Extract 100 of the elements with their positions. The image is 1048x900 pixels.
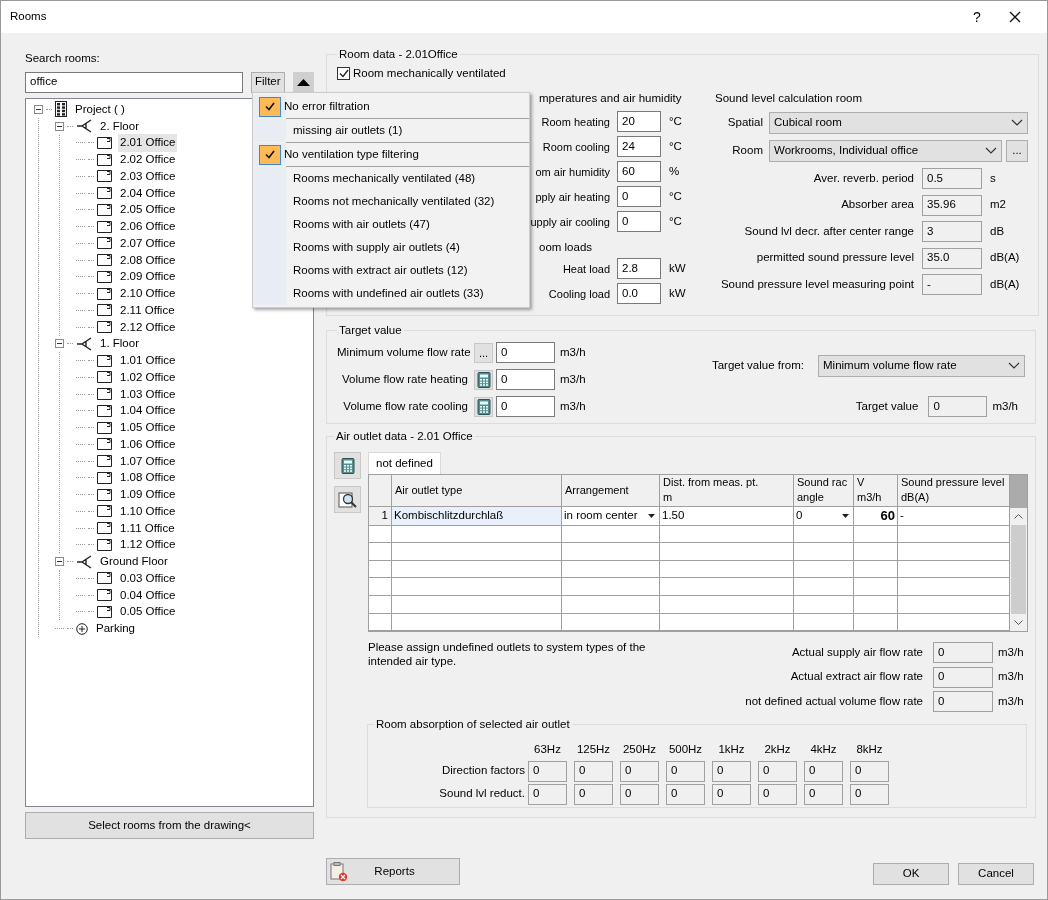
menu-item[interactable]: Rooms with supply air outlets (4) [253, 236, 529, 259]
calculator-button[interactable] [334, 452, 361, 480]
input-field[interactable]: 0 [758, 760, 797, 782]
tree-item[interactable]: 1.06 Office [118, 435, 178, 453]
tree-item[interactable]: 1.11 Office [118, 519, 177, 537]
tree-item[interactable]: 2.06 Office [118, 218, 178, 236]
tree-item[interactable]: 1.08 Office [118, 469, 178, 487]
tree-item[interactable]: 2.07 Office [118, 234, 178, 252]
input-field[interactable]: 0 [528, 760, 567, 782]
input-field[interactable]: 0 [496, 369, 555, 391]
tree-item[interactable]: 2.10 Office [118, 285, 178, 303]
tree-item[interactable]: 1.04 Office [118, 402, 178, 420]
tree-item[interactable]: 2.04 Office [118, 184, 178, 202]
input-field[interactable]: 0 [758, 783, 797, 805]
input-field[interactable]: 0 [850, 760, 889, 782]
more-button[interactable]: ... [474, 342, 493, 363]
tree-item[interactable]: 2.02 Office [118, 151, 178, 169]
input-field[interactable]: 0 [712, 760, 751, 782]
input-field[interactable]: 0.0 [617, 283, 661, 305]
tree-item[interactable]: Parking [94, 620, 137, 638]
tree-item[interactable]: 1.01 Office [118, 352, 178, 370]
collapse-icon[interactable] [55, 557, 64, 567]
tree-item[interactable]: 2.08 Office [118, 251, 178, 269]
tree-item[interactable]: 2.11 Office [118, 301, 177, 319]
input-field[interactable]: 0 [712, 783, 751, 805]
collapse-icon[interactable] [34, 104, 43, 114]
tree-item[interactable]: 2.05 Office [118, 201, 178, 219]
input-field[interactable]: 2.8 [617, 258, 661, 280]
collapse-icon[interactable] [55, 339, 64, 349]
menu-item[interactable]: missing air outlets (1) [253, 119, 529, 142]
dropdown[interactable]: Workrooms, Individual office [769, 139, 1002, 162]
tree-item[interactable]: 1.03 Office [118, 385, 178, 403]
tab[interactable]: not defined [368, 452, 441, 475]
input-field[interactable]: 0 [804, 760, 843, 782]
menu-item[interactable]: No ventilation type filtering [253, 143, 529, 166]
input-field[interactable]: 0 [617, 211, 661, 233]
menu-item[interactable]: Rooms with extract air outlets (12) [253, 259, 529, 282]
ok-button[interactable]: OK [873, 863, 949, 885]
tree-item[interactable]: 1.05 Office [118, 419, 178, 437]
menu-item[interactable]: Rooms with undefined air outlets (33) [253, 282, 529, 305]
cancel-button[interactable]: Cancel [958, 863, 1034, 885]
tree-item[interactable]: 2.03 Office [118, 167, 178, 185]
collapse-icon[interactable] [55, 121, 64, 131]
input-field[interactable]: - [922, 274, 982, 295]
input-field[interactable]: 0 [574, 760, 613, 782]
input-field[interactable]: 0 [496, 342, 555, 364]
input-field[interactable]: 0 [804, 783, 843, 805]
input-field[interactable]: 0 [620, 783, 659, 805]
input-field[interactable]: 3 [922, 221, 982, 242]
input-field[interactable]: 35.96 [922, 194, 982, 216]
select-rooms-button[interactable]: Select rooms from the drawing< [25, 812, 314, 839]
input-field[interactable]: 35.0 [922, 247, 982, 269]
menu-item[interactable]: No error filtration [253, 95, 529, 118]
input-field[interactable]: 0 [496, 396, 555, 418]
tree-item[interactable]: 2. Floor [98, 117, 141, 135]
tree-item[interactable]: 1.02 Office [118, 368, 178, 386]
tree-item[interactable]: 1.07 Office [118, 452, 178, 470]
input-field[interactable]: 0 [666, 760, 705, 782]
tree-item[interactable]: 1.12 Office [118, 536, 178, 554]
input-field[interactable]: 0.5 [922, 168, 982, 189]
reports-button[interactable]: Reports [326, 858, 460, 885]
tree-item[interactable]: 2.09 Office [118, 268, 178, 286]
input-field[interactable]: 0 [620, 760, 659, 782]
input-field[interactable]: 0 [574, 783, 613, 805]
input-field[interactable]: 0 [933, 691, 993, 712]
search-field[interactable]: office [25, 71, 243, 93]
checkbox[interactable] [337, 66, 350, 80]
tree-item[interactable]: 0.05 Office [118, 603, 178, 621]
tree-item[interactable]: 1. Floor [98, 335, 141, 353]
input-field[interactable]: 20 [617, 111, 661, 133]
tree-item[interactable]: 2.01 Office [118, 134, 178, 152]
menu-item[interactable]: Rooms with air outlets (47) [253, 213, 529, 236]
menu-item[interactable]: Rooms not mechanically ventilated (32) [253, 190, 529, 213]
tree-item[interactable]: 0.03 Office [118, 569, 178, 587]
calculator-button[interactable] [474, 396, 493, 417]
input-field[interactable]: 0 [933, 642, 993, 663]
tree-item[interactable]: 2.12 Office [118, 318, 178, 336]
tree-item[interactable]: 0.04 Office [118, 586, 178, 604]
input-field[interactable]: 0 [928, 396, 988, 418]
input-field[interactable]: 0 [528, 783, 567, 805]
input-field[interactable]: 0 [850, 783, 889, 805]
preview-button[interactable] [334, 486, 361, 514]
tree-item[interactable]: Project ( ) [73, 100, 127, 118]
input-field[interactable]: 0 [666, 783, 705, 805]
more-button[interactable]: ... [1006, 139, 1028, 162]
tree-item[interactable]: Ground Floor [98, 553, 170, 571]
tree-item[interactable]: 1.10 Office [118, 502, 178, 520]
input-field[interactable]: 0 [933, 666, 993, 688]
scrollbar[interactable] [1010, 508, 1027, 632]
collapse-button[interactable] [292, 71, 314, 93]
help-button[interactable]: ? [962, 4, 992, 30]
input-field[interactable]: 60 [617, 161, 661, 183]
tree-item[interactable]: 1.09 Office [118, 486, 178, 504]
menu-item[interactable]: Rooms mechanically ventilated (48) [253, 167, 529, 190]
dropdown[interactable]: Cubical room [769, 111, 1028, 134]
input-field[interactable]: 24 [617, 136, 661, 158]
input-field[interactable]: 0 [617, 186, 661, 208]
dropdown[interactable]: Minimum volume flow rate [818, 354, 1025, 377]
filter-button[interactable]: Filter [251, 71, 285, 93]
calculator-button[interactable] [474, 369, 493, 390]
